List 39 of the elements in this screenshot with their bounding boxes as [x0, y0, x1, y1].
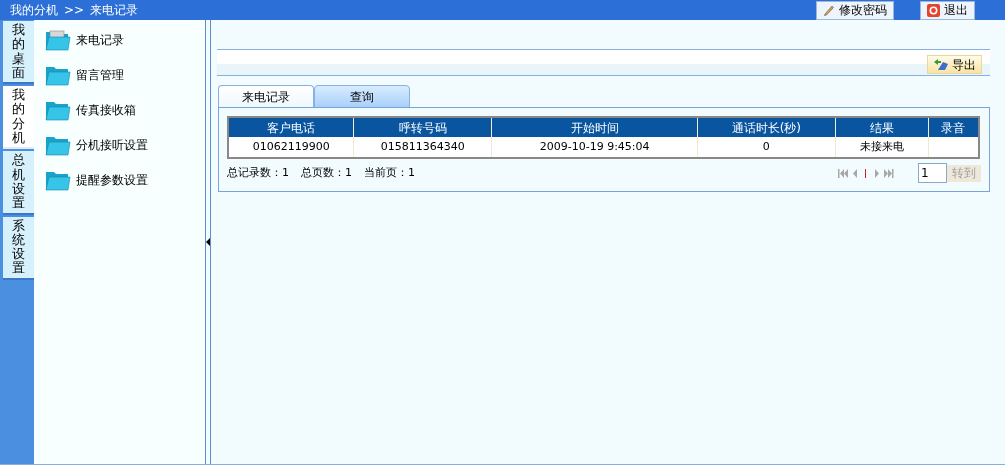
pager-stat: 当前页：1 [364, 164, 415, 181]
column-header: 结果 [835, 117, 929, 137]
pager-stat: 总页数：1 [301, 164, 352, 181]
vertical-tab[interactable]: 总机设置 [3, 151, 34, 215]
pager-navigation-icon [838, 168, 894, 178]
column-header: 客户电话 [228, 117, 354, 137]
table-cell: 未接来电 [835, 137, 929, 158]
table-cell: 015811364340 [353, 137, 492, 158]
breadcrumb-text: 来电记录 [90, 4, 139, 16]
column-header: 开始时间 [491, 117, 698, 137]
sidebar-item[interactable]: 留言管理 [45, 62, 124, 87]
tab[interactable]: 查询 [314, 85, 410, 108]
column-header: 呼转号码 [353, 117, 492, 137]
sidebar-item[interactable]: 提醒参数设置 [45, 167, 148, 192]
vertical-tab[interactable]: 我的桌面 [3, 21, 34, 85]
collapse-handle[interactable] [206, 20, 211, 464]
export-button[interactable]: 导出 [927, 55, 982, 74]
page-input[interactable]: 1 [918, 163, 947, 183]
table-cell: 01062119900 [228, 137, 354, 158]
sidebar-item[interactable]: 分机接听设置 [45, 132, 148, 157]
breadcrumb-text: 我的分机 [10, 4, 58, 16]
sidebar-item[interactable]: 来电记录 [45, 27, 124, 52]
pager-stat: 总记录数：1 [227, 164, 289, 181]
open-folder-icon [45, 27, 71, 52]
export-icon [933, 58, 949, 71]
sidebar-item[interactable]: 传真接收箱 [45, 97, 136, 122]
column-header: 通话时长(秒) [697, 117, 836, 137]
header-button[interactable]: 修改密码 [816, 0, 894, 20]
vertical-tab[interactable]: 我的分机 [3, 86, 34, 150]
power-icon [927, 3, 940, 17]
table-cell: 2009-10-19 9:45:04 [491, 137, 698, 158]
pencil-icon [823, 4, 835, 16]
header-button[interactable]: 退出 [920, 0, 975, 20]
tab[interactable]: 来电记录 [218, 85, 314, 108]
table-cell: 0 [697, 137, 836, 158]
collapse-arrow-icon [206, 238, 210, 246]
column-header: 录音 [928, 117, 979, 137]
breadcrumb-text: >> [64, 4, 85, 16]
vertical-tab[interactable]: 系统设置 [3, 216, 34, 280]
